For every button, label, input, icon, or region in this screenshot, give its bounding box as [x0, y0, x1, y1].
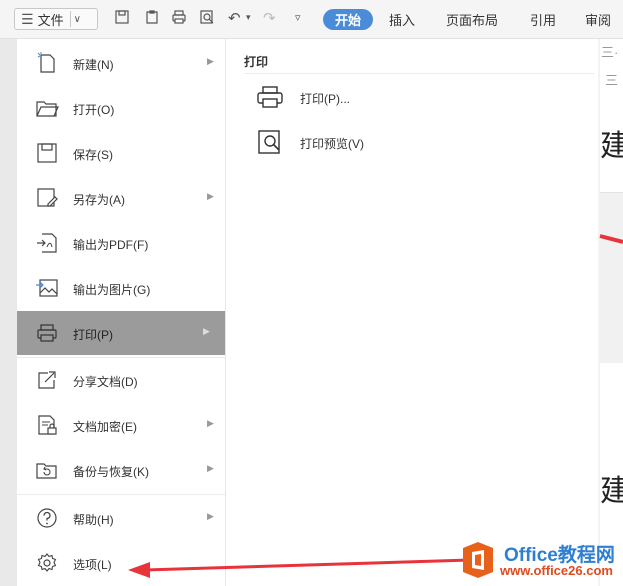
share-icon [38, 371, 56, 389]
menu-item-label: 保存(S) [73, 148, 113, 162]
submenu-arrow-icon: ▶ [207, 511, 214, 521]
chevron-down-icon[interactable]: ∨ [74, 14, 81, 25]
submenu-item-print-preview[interactable]: 打印预览(V) [256, 128, 556, 158]
export-pdf-icon [37, 233, 57, 253]
menu-item-export-pdf[interactable]: 输出为PDF(F) [17, 221, 225, 265]
menu-item-help[interactable]: 帮助(H) ▶ [17, 496, 225, 540]
menu-item-open[interactable]: 打开(O) [17, 86, 225, 130]
menu-item-print[interactable]: 打印(P) ▶ [17, 311, 225, 355]
submenu-title: 打印 [244, 55, 269, 69]
menu-item-save-as[interactable]: 另存为(A) ▶ [17, 176, 225, 220]
menu-item-label: 打印(P) [73, 328, 113, 342]
menu-item-label: 文档加密(E) [73, 420, 137, 434]
clipboard-icon[interactable] [144, 9, 160, 25]
office-logo-icon [463, 542, 493, 578]
tab-page-layout[interactable]: 页面布局 [446, 10, 498, 29]
submenu-arrow-icon: ▶ [207, 56, 214, 66]
tab-review[interactable]: 审阅 [585, 10, 611, 29]
menu-item-label: 分享文档(D) [73, 375, 138, 389]
new-doc-icon [37, 52, 55, 73]
menu-item-export-image[interactable]: 输出为图片(G) [17, 266, 225, 310]
menu-item-label: 选项(L) [73, 558, 112, 572]
print-icon [257, 86, 283, 108]
print-icon [37, 324, 57, 342]
file-menu-button[interactable]: ☰ 文件 ∨ [14, 8, 98, 30]
watermark-url: www.office26.com [500, 563, 613, 578]
doc-ruler-fragment: 三· [601, 45, 619, 60]
hamburger-icon: ☰ [21, 10, 34, 27]
top-toolbar: ☰ 文件 ∨ ↶ ▾ ↷ ▿ 开始 插入 页面布局 引用 审阅 [0, 0, 623, 39]
undo-icon[interactable]: ↶ [228, 9, 241, 27]
submenu-item-print[interactable]: 打印(P)... [256, 83, 556, 113]
menu-item-share[interactable]: 分享文档(D) [17, 358, 225, 402]
menu-item-label: 打开(O) [73, 103, 115, 117]
customize-icon[interactable]: ▿ [295, 11, 301, 24]
doc-ruler-fragment-2: 三 [605, 73, 619, 88]
print-submenu: 打印 打印(P)... 打印预览(V) [226, 39, 598, 586]
document-text-2: 建 [600, 474, 623, 509]
submenu-arrow-icon: ▶ [207, 418, 214, 428]
menu-item-backup[interactable]: 备份与恢复(K) ▶ [17, 448, 225, 492]
save-icon [37, 143, 57, 163]
menu-item-options[interactable]: 选项(L) [17, 541, 225, 585]
submenu-item-label: 打印(P)... [300, 92, 350, 106]
redo-icon[interactable]: ↷ [263, 9, 276, 27]
menu-item-encrypt[interactable]: 文档加密(E) ▶ [17, 403, 225, 447]
menu-divider [17, 494, 225, 495]
encrypt-icon [38, 415, 57, 435]
gear-icon [37, 553, 57, 572]
file-menu-label: 文件 [37, 12, 64, 28]
tab-insert[interactable]: 插入 [389, 10, 415, 29]
divider [69, 11, 71, 27]
document-image [600, 192, 623, 363]
backup-icon [36, 463, 57, 479]
submenu-arrow-icon: ▶ [207, 463, 214, 473]
submenu-arrow-icon: ▶ [207, 191, 214, 201]
file-menu: 新建(N) ▶ 打开(O) 保存(S) 另存为(A) ▶ 输出为PDF(F) 输… [17, 39, 226, 586]
save-icon[interactable] [114, 9, 130, 25]
menu-item-label: 新建(N) [73, 58, 114, 72]
help-icon [37, 508, 57, 528]
menu-item-label: 输出为PDF(F) [73, 238, 149, 252]
tab-references[interactable]: 引用 [530, 10, 556, 29]
submenu-item-label: 打印预览(V) [300, 137, 364, 151]
print-preview-icon[interactable] [199, 9, 215, 25]
menu-item-label: 另存为(A) [73, 193, 125, 207]
menu-item-label: 输出为图片(G) [73, 283, 151, 297]
export-image-icon [36, 279, 58, 297]
menu-item-new[interactable]: 新建(N) ▶ [17, 41, 225, 85]
submenu-divider [244, 73, 594, 74]
menu-item-label: 备份与恢复(K) [73, 465, 149, 479]
left-margin [0, 39, 17, 586]
submenu-arrow-icon: ▶ [203, 326, 210, 336]
folder-open-icon [36, 101, 59, 117]
print-icon[interactable] [171, 9, 187, 25]
undo-dropdown-icon[interactable]: ▾ [246, 12, 251, 23]
document-text: 建 [600, 129, 623, 164]
print-preview-icon [258, 130, 280, 154]
save-as-icon [37, 188, 58, 207]
menu-item-save[interactable]: 保存(S) [17, 131, 225, 175]
tab-start[interactable]: 开始 [323, 9, 374, 30]
menu-item-label: 帮助(H) [73, 513, 114, 527]
